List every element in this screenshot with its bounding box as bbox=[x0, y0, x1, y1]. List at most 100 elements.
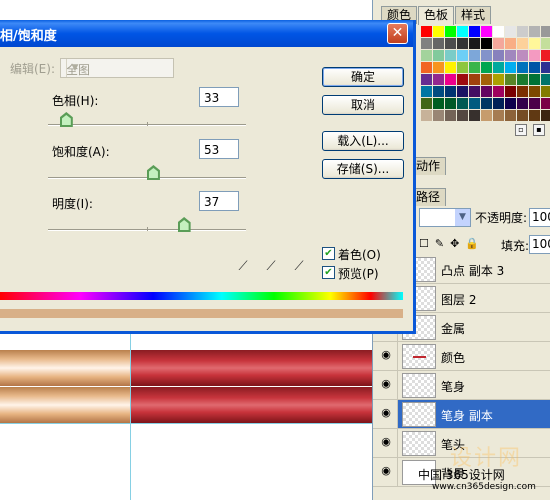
color-swatch[interactable] bbox=[433, 38, 444, 49]
color-swatch[interactable] bbox=[445, 110, 456, 121]
lock-all-icon[interactable]: 🔒 bbox=[465, 237, 479, 250]
lightness-input[interactable]: 37 bbox=[199, 191, 239, 211]
opacity-input[interactable]: 100 bbox=[529, 208, 550, 227]
trash-icon[interactable]: ▪ bbox=[533, 124, 545, 136]
layer-row[interactable]: ◉ 笔身 副本 bbox=[373, 400, 550, 429]
saturation-slider[interactable] bbox=[48, 165, 246, 180]
color-swatch[interactable] bbox=[517, 110, 528, 121]
color-swatch[interactable] bbox=[433, 26, 444, 37]
color-swatch[interactable] bbox=[517, 98, 528, 109]
color-swatch[interactable] bbox=[505, 26, 516, 37]
document-canvas[interactable] bbox=[0, 330, 372, 500]
hue-slider[interactable] bbox=[48, 112, 246, 127]
color-swatch[interactable] bbox=[493, 38, 504, 49]
color-swatch[interactable] bbox=[481, 98, 492, 109]
color-swatch[interactable] bbox=[469, 62, 480, 73]
color-swatch[interactable] bbox=[457, 110, 468, 121]
cancel-button[interactable]: 取消 bbox=[322, 95, 404, 115]
color-swatch[interactable] bbox=[541, 26, 550, 37]
color-swatch[interactable] bbox=[505, 74, 516, 85]
saturation-slider-thumb[interactable] bbox=[146, 165, 160, 180]
color-swatch[interactable] bbox=[469, 86, 480, 97]
color-swatch[interactable] bbox=[541, 50, 550, 61]
hue-input[interactable]: 33 bbox=[199, 87, 239, 107]
color-swatch[interactable] bbox=[469, 74, 480, 85]
color-swatch[interactable] bbox=[469, 110, 480, 121]
color-swatch[interactable] bbox=[529, 74, 540, 85]
color-swatch[interactable] bbox=[433, 110, 444, 121]
color-swatch[interactable] bbox=[445, 50, 456, 61]
eyedropper-plus-icon[interactable]: ⟋ bbox=[264, 260, 278, 274]
visibility-toggle[interactable]: ◉ bbox=[373, 371, 398, 399]
new-swatch-icon[interactable]: ▫ bbox=[515, 124, 527, 136]
color-swatch[interactable] bbox=[529, 62, 540, 73]
color-swatch[interactable] bbox=[529, 26, 540, 37]
color-swatch[interactable] bbox=[493, 62, 504, 73]
color-swatch[interactable] bbox=[541, 110, 550, 121]
color-swatch[interactable] bbox=[469, 38, 480, 49]
color-swatch[interactable] bbox=[541, 98, 550, 109]
color-swatch[interactable] bbox=[493, 98, 504, 109]
color-swatch[interactable] bbox=[421, 62, 432, 73]
dialog-titlebar[interactable]: 相/饱和度 ✕ bbox=[0, 20, 413, 47]
layer-row[interactable]: ◉ 颜色 bbox=[373, 342, 550, 371]
color-swatch[interactable] bbox=[517, 50, 528, 61]
tab-styles[interactable]: 样式 bbox=[455, 6, 492, 24]
lock-paint-icon[interactable]: ✎ bbox=[435, 237, 444, 250]
color-swatch[interactable] bbox=[445, 98, 456, 109]
color-swatch[interactable] bbox=[493, 50, 504, 61]
color-swatch[interactable] bbox=[433, 74, 444, 85]
color-swatch[interactable] bbox=[433, 98, 444, 109]
color-swatch[interactable] bbox=[505, 98, 516, 109]
color-swatch[interactable] bbox=[421, 74, 432, 85]
color-swatch[interactable] bbox=[469, 26, 480, 37]
visibility-toggle[interactable]: ◉ bbox=[373, 342, 398, 370]
color-swatch[interactable] bbox=[505, 62, 516, 73]
lightness-slider[interactable] bbox=[48, 217, 246, 232]
color-swatch[interactable] bbox=[517, 62, 528, 73]
lock-transparency-icon[interactable]: ☐ bbox=[419, 237, 429, 250]
color-swatch[interactable] bbox=[505, 50, 516, 61]
layer-row[interactable]: ◉ 笔身 bbox=[373, 371, 550, 400]
color-swatch[interactable] bbox=[457, 98, 468, 109]
color-swatch[interactable] bbox=[517, 74, 528, 85]
eyedropper-icon[interactable]: ⟋ bbox=[236, 260, 250, 274]
color-swatch[interactable] bbox=[481, 74, 492, 85]
color-swatch[interactable] bbox=[505, 38, 516, 49]
lightness-slider-thumb[interactable] bbox=[177, 217, 191, 232]
color-swatch[interactable] bbox=[445, 62, 456, 73]
color-swatch[interactable] bbox=[457, 62, 468, 73]
color-swatch[interactable] bbox=[481, 50, 492, 61]
hue-slider-thumb[interactable] bbox=[59, 112, 73, 127]
color-swatch[interactable] bbox=[529, 98, 540, 109]
color-swatch[interactable] bbox=[481, 86, 492, 97]
color-swatch[interactable] bbox=[445, 38, 456, 49]
color-swatch[interactable] bbox=[421, 26, 432, 37]
color-swatch[interactable] bbox=[445, 86, 456, 97]
color-swatch[interactable] bbox=[457, 74, 468, 85]
color-swatch[interactable] bbox=[541, 62, 550, 73]
color-swatch[interactable] bbox=[481, 26, 492, 37]
color-swatch[interactable] bbox=[493, 86, 504, 97]
close-button[interactable]: ✕ bbox=[387, 23, 408, 44]
color-swatch[interactable] bbox=[481, 110, 492, 121]
preview-checkbox[interactable]: ✔ bbox=[322, 266, 335, 279]
color-swatch[interactable] bbox=[433, 62, 444, 73]
eyedropper-minus-icon[interactable]: ⟋ bbox=[292, 260, 306, 274]
color-swatch[interactable] bbox=[493, 110, 504, 121]
color-swatch[interactable] bbox=[421, 86, 432, 97]
save-button[interactable]: 存储(S)... bbox=[322, 159, 404, 179]
color-swatch[interactable] bbox=[493, 26, 504, 37]
color-swatch[interactable] bbox=[433, 86, 444, 97]
color-swatch[interactable] bbox=[529, 50, 540, 61]
color-swatch[interactable] bbox=[529, 38, 540, 49]
color-swatch[interactable] bbox=[457, 26, 468, 37]
color-swatch[interactable] bbox=[541, 74, 550, 85]
colorize-checkbox[interactable]: ✔ bbox=[322, 247, 335, 260]
color-swatch[interactable] bbox=[457, 50, 468, 61]
color-swatch[interactable] bbox=[541, 38, 550, 49]
color-swatch[interactable] bbox=[445, 26, 456, 37]
color-swatch[interactable] bbox=[469, 50, 480, 61]
color-swatch[interactable] bbox=[517, 26, 528, 37]
visibility-toggle[interactable]: ◉ bbox=[373, 429, 398, 457]
